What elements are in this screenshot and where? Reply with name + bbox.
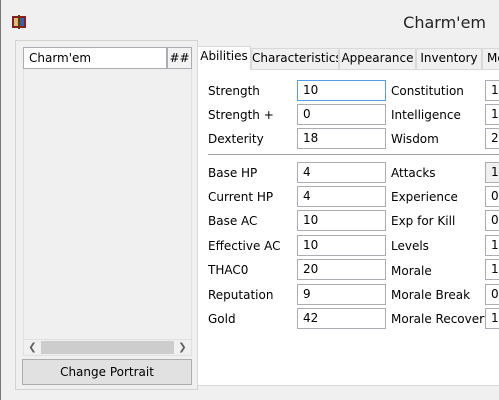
wisdom-label: Wisdom bbox=[391, 132, 439, 146]
reputation-field[interactable]: 9 bbox=[297, 284, 386, 305]
morale-field[interactable]: 10 bbox=[485, 259, 499, 280]
portrait-scrollbar[interactable]: ❮ ❯ bbox=[23, 339, 192, 356]
constitution-field[interactable]: 16 bbox=[485, 80, 499, 101]
morale-recovery-field[interactable]: 1 bbox=[485, 308, 499, 329]
exp-for-kill-label: Exp for Kill bbox=[391, 214, 456, 228]
morale-recovery-label: Morale Recovery bbox=[391, 312, 492, 326]
tab-appearance[interactable]: Appearance bbox=[339, 48, 416, 69]
reputation-label: Reputation bbox=[208, 288, 274, 302]
current-hp-field[interactable]: 4 bbox=[297, 186, 386, 207]
character-name-input[interactable] bbox=[23, 47, 167, 69]
tab-characteristics[interactable]: Characteristics bbox=[251, 48, 339, 69]
current-hp-label: Current HP bbox=[208, 190, 274, 204]
hash-button[interactable]: ## bbox=[167, 47, 192, 69]
wisdom-field[interactable]: 2 bbox=[485, 128, 499, 149]
app-window: Charm'em ## ❮ ❯ Change Portrait Abilitie… bbox=[0, 0, 499, 400]
strength-label: Strength bbox=[208, 84, 260, 98]
experience-field[interactable]: 0 bbox=[485, 186, 499, 207]
scroll-left-icon[interactable]: ❮ bbox=[24, 340, 41, 355]
window-title: Charm'em bbox=[403, 13, 486, 32]
experience-label: Experience bbox=[391, 190, 458, 204]
scroll-right-icon[interactable]: ❯ bbox=[174, 340, 191, 355]
morale-break-label: Morale Break bbox=[391, 288, 471, 302]
app-icon bbox=[12, 15, 26, 29]
intelligence-field[interactable]: 19 bbox=[485, 104, 499, 125]
base-hp-field[interactable]: 4 bbox=[297, 162, 386, 183]
section-divider bbox=[208, 154, 499, 156]
thac0-label: THAC0 bbox=[208, 263, 249, 277]
gold-field[interactable]: 42 bbox=[297, 308, 386, 329]
change-portrait-button[interactable]: Change Portrait bbox=[22, 359, 192, 385]
strength-plus-label: Strength + bbox=[208, 108, 274, 122]
morale-label: Morale bbox=[391, 264, 432, 278]
tab-more[interactable]: Me bbox=[482, 48, 499, 69]
levels-label: Levels bbox=[391, 239, 429, 253]
base-ac-field[interactable]: 10 bbox=[297, 210, 386, 231]
strength-plus-field[interactable]: 0 bbox=[297, 104, 386, 125]
tab-abilities[interactable]: Abilities bbox=[197, 46, 251, 70]
exp-for-kill-field[interactable]: 0 bbox=[485, 210, 499, 231]
levels-field[interactable]: 1 bbox=[485, 235, 499, 256]
base-ac-label: Base AC bbox=[208, 214, 258, 228]
dexterity-field[interactable]: 18 bbox=[297, 128, 386, 149]
intelligence-label: Intelligence bbox=[391, 108, 461, 122]
attacks-field[interactable]: 1 bbox=[485, 162, 499, 183]
morale-break-field[interactable]: 0 bbox=[485, 284, 499, 305]
dexterity-label: Dexterity bbox=[208, 132, 264, 146]
tab-inventory[interactable]: Inventory bbox=[416, 48, 482, 69]
scrollbar-thumb[interactable] bbox=[41, 341, 174, 354]
constitution-label: Constitution bbox=[391, 84, 464, 98]
gold-label: Gold bbox=[208, 312, 236, 326]
strength-field[interactable]: 10 bbox=[297, 80, 386, 101]
title-bar[interactable]: Charm'em bbox=[1, 0, 499, 40]
thac0-field[interactable]: 20 bbox=[297, 259, 386, 280]
attacks-label: Attacks bbox=[391, 166, 436, 180]
base-hp-label: Base HP bbox=[208, 166, 258, 180]
portrait-area bbox=[23, 69, 192, 339]
effective-ac-field[interactable]: 10 bbox=[297, 235, 386, 256]
effective-ac-label: Effective AC bbox=[208, 239, 281, 253]
